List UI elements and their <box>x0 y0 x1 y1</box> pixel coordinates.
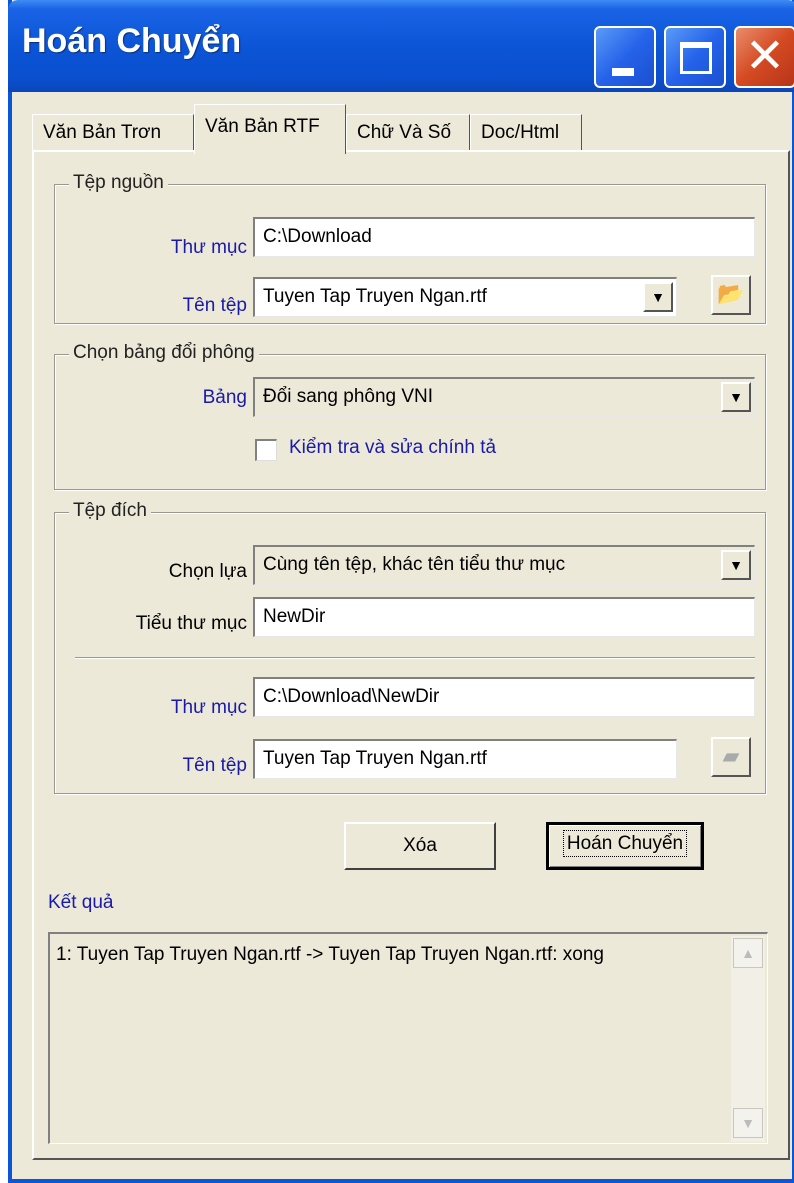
minimize-icon <box>612 68 634 76</box>
dest-separator <box>75 657 755 659</box>
folder-icon: ▰ <box>722 743 740 768</box>
dest-folder-label: Thư mục <box>170 697 247 718</box>
dest-browse-button[interactable]: ▰ <box>711 737 751 777</box>
scroll-up-icon[interactable]: ▲ <box>733 938 763 968</box>
font-table-value: Đổi sang phông VNI <box>263 386 434 407</box>
tab-alphanumeric[interactable]: Chữ Và Số <box>346 114 470 152</box>
maximize-button[interactable] <box>664 26 726 88</box>
source-legend: Tệp nguồn <box>69 172 168 194</box>
dest-option-combo[interactable]: Cùng tên tệp, khác tên tiểu thư mục ▼ <box>253 545 755 585</box>
dest-file-label: Tên tệp <box>182 755 247 776</box>
dest-option-label: Chọn lựa <box>168 561 247 582</box>
destination-group: Tệp đích Chọn lựa Cùng tên tệp, khác tên… <box>54 500 766 794</box>
chevron-down-icon[interactable]: ▼ <box>643 282 673 312</box>
list-item: 1: Tuyen Tap Truyen Ngan.rtf -> Tuyen Ta… <box>56 944 604 965</box>
open-folder-icon: 📂 <box>717 281 745 306</box>
tab-doc-html[interactable]: Doc/Html <box>470 114 582 152</box>
result-list[interactable]: 1: Tuyen Tap Truyen Ngan.rtf -> Tuyen Ta… <box>48 932 768 1144</box>
source-file-value: Tuyen Tap Truyen Ngan.rtf <box>263 286 487 307</box>
chevron-down-icon[interactable]: ▼ <box>721 550 751 580</box>
dest-folder-input[interactable]: C:\Download\NewDir <box>253 677 755 717</box>
convert-button-label: Hoán Chuyển <box>562 830 688 857</box>
clear-button[interactable]: Xóa <box>344 822 496 870</box>
converter-window: Hoán Chuyển ✕ Văn Bản Trơn Văn Bản RTF C… <box>8 0 794 1183</box>
convert-button[interactable]: Hoán Chuyển <box>546 822 704 870</box>
source-file-label: Tên tệp <box>182 295 247 316</box>
font-table-combo[interactable]: Đổi sang phông VNI ▼ <box>253 377 755 417</box>
source-file-combo[interactable]: Tuyen Tap Truyen Ngan.rtf ▼ <box>253 277 677 317</box>
source-group: Tệp nguồn Thư mục C:\Download Tên tệp Tu… <box>54 172 766 324</box>
window-title: Hoán Chuyển <box>22 22 242 60</box>
title-bar[interactable]: Hoán Chuyển ✕ <box>8 0 794 92</box>
tab-rtf[interactable]: Văn Bản RTF <box>194 104 346 154</box>
dest-subdir-label: Tiểu thư mục <box>135 613 247 634</box>
minimize-button[interactable] <box>594 26 656 88</box>
dest-file-input[interactable]: Tuyen Tap Truyen Ngan.rtf <box>253 739 677 779</box>
chevron-down-icon[interactable]: ▼ <box>721 382 751 412</box>
tab-plain-text[interactable]: Văn Bản Trơn <box>32 114 194 152</box>
dest-subdir-input[interactable]: NewDir <box>253 597 755 637</box>
maximize-icon <box>680 42 712 74</box>
close-icon: ✕ <box>744 30 786 83</box>
open-folder-button[interactable]: 📂 <box>711 275 751 315</box>
result-scrollbar[interactable]: ▲ ▼ <box>731 936 765 1142</box>
spellcheck-checkbox[interactable] <box>255 439 277 461</box>
font-table-legend: Chọn bảng đổi phông <box>69 342 259 364</box>
scroll-down-icon[interactable]: ▼ <box>733 1108 763 1138</box>
source-folder-label: Thư mục <box>170 237 247 258</box>
source-folder-input[interactable]: C:\Download <box>253 217 755 257</box>
result-label: Kết quả <box>48 892 114 913</box>
font-table-group: Chọn bảng đổi phông Bảng Đổi sang phông … <box>54 342 766 490</box>
dest-option-value: Cùng tên tệp, khác tên tiểu thư mục <box>263 554 566 575</box>
destination-legend: Tệp đích <box>69 500 151 522</box>
font-table-label: Bảng <box>202 387 247 408</box>
close-button[interactable]: ✕ <box>734 26 794 88</box>
spellcheck-label[interactable]: Kiểm tra và sửa chính tả <box>289 437 496 459</box>
